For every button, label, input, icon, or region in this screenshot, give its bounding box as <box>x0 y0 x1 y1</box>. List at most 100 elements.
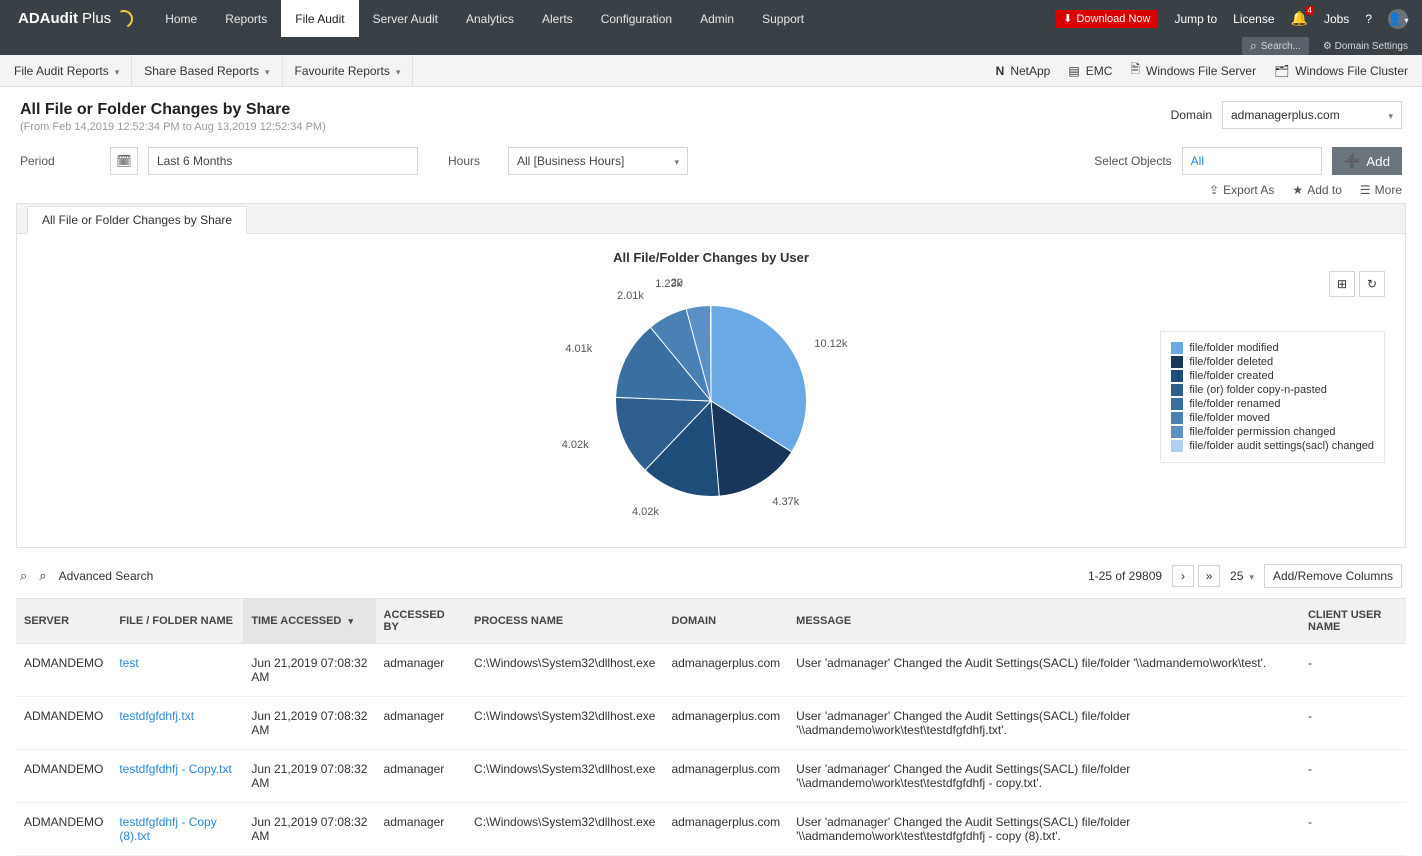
nav-tab-configuration[interactable]: Configuration <box>587 0 686 37</box>
col-client-user-name[interactable]: CLIENT USER NAME <box>1300 599 1406 644</box>
source-netapp[interactable]: NNetApp <box>996 60 1051 81</box>
add-to[interactable]: ★ Add to <box>1292 183 1341 197</box>
cell-by: admanager <box>376 697 466 750</box>
file-link[interactable]: testdfgfdhfj - Copy.txt <box>119 762 232 776</box>
file-link[interactable]: testdfgfdhfj.txt <box>119 709 194 723</box>
download-button[interactable]: ⬇ Download Now <box>1055 10 1158 28</box>
hours-select[interactable]: All [Business Hours] <box>508 147 688 175</box>
period-label: Period <box>20 154 100 168</box>
menu-file-audit-reports[interactable]: File Audit Reports <box>14 55 132 86</box>
results-table: SERVERFILE / FOLDER NAMETIME ACCESSED AC… <box>16 598 1406 856</box>
cell-domain: admanagerplus.com <box>663 750 788 803</box>
logo-text-a: ADAudit <box>18 10 78 27</box>
export-as[interactable]: ⇪ Export As <box>1209 183 1274 197</box>
cell-message: User 'admanager' Changed the Audit Setti… <box>788 803 1300 856</box>
nav-tab-analytics[interactable]: Analytics <box>452 0 528 37</box>
legend-item[interactable]: file/folder modified <box>1171 342 1374 354</box>
nav-tab-support[interactable]: Support <box>748 0 818 37</box>
col-process-name[interactable]: PROCESS NAME <box>466 599 663 644</box>
advanced-search-link[interactable]: Advanced Search <box>59 569 154 583</box>
page-size-value[interactable]: 25 <box>1230 569 1243 583</box>
legend-item[interactable]: file/folder audit settings(sacl) changed <box>1171 440 1374 452</box>
cell-client: - <box>1300 803 1406 856</box>
objects-select[interactable]: All <box>1182 147 1322 175</box>
chart-legend: file/folder modified file/folder deleted f… <box>1160 331 1385 463</box>
nav-tab-alerts[interactable]: Alerts <box>528 0 587 37</box>
jump-to-link[interactable]: Jump to <box>1174 12 1217 26</box>
period-value: Last 6 Months <box>157 154 232 168</box>
domain-settings-link[interactable]: ⚙ Domain Settings <box>1323 41 1408 52</box>
advanced-search-icon[interactable] <box>39 568 46 584</box>
add-remove-columns[interactable]: Add/Remove Columns <box>1264 564 1402 588</box>
legend-item[interactable]: file/folder moved <box>1171 412 1374 424</box>
hours-value: All [Business Hours] <box>517 154 624 168</box>
add-label: Add <box>1366 154 1390 169</box>
cell-client: - <box>1300 644 1406 697</box>
cell-client: - <box>1300 697 1406 750</box>
table-row: ADMANDEMOtestdfgfdhfj - Copy (8).txtJun … <box>16 803 1406 856</box>
license-link[interactable]: License <box>1233 12 1274 26</box>
source-emc[interactable]: ▤EMC <box>1068 60 1112 81</box>
nav-tab-home[interactable]: Home <box>151 0 211 37</box>
nav-tab-server-audit[interactable]: Server Audit <box>359 0 452 37</box>
top-nav-bar: ADAudit Plus HomeReportsFile AuditServer… <box>0 0 1422 37</box>
search-icon <box>1250 38 1257 54</box>
col-time-accessed[interactable]: TIME ACCESSED <box>243 599 375 644</box>
page-header: All File or Folder Changes by Share (Fro… <box>0 87 1422 143</box>
next-page-icon[interactable]: › <box>1172 565 1194 587</box>
jobs-link[interactable]: Jobs <box>1324 12 1349 26</box>
menu-share-based-reports[interactable]: Share Based Reports <box>132 55 282 86</box>
logo: ADAudit Plus <box>0 10 151 28</box>
file-link[interactable]: test <box>119 656 138 670</box>
cell-process: C:\Windows\System32\dllhost.exe <box>466 803 663 856</box>
add-chart-icon[interactable]: ⊞ <box>1329 271 1355 297</box>
chevron-down-icon <box>672 154 679 168</box>
filters-row: Period 🗓 Last 6 Months Hours All [Busine… <box>0 143 1422 183</box>
add-button[interactable]: ➕ Add <box>1332 147 1402 175</box>
cell-server: ADMANDEMO <box>16 750 111 803</box>
nav-tab-reports[interactable]: Reports <box>211 0 281 37</box>
col-accessed-by[interactable]: ACCESSED BY <box>376 599 466 644</box>
period-select[interactable]: Last 6 Months <box>148 147 418 175</box>
refresh-chart-icon[interactable]: ↻ <box>1359 271 1385 297</box>
legend-item[interactable]: file/folder created <box>1171 370 1374 382</box>
top-right-controls: ⬇ Download Now Jump to License 🔔4 Jobs ?… <box>1055 9 1422 29</box>
cell-by: admanager <box>376 803 466 856</box>
source-links: NNetApp ▤EMC 🗎Windows File Server 🗂Windo… <box>996 60 1408 81</box>
nav-tab-file-audit[interactable]: File Audit <box>281 0 358 37</box>
col-message[interactable]: MESSAGE <box>788 599 1300 644</box>
cell-time: Jun 21,2019 07:08:32 AM <box>243 644 375 697</box>
col-server[interactable]: SERVER <box>16 599 111 644</box>
domain-label: Domain <box>1171 108 1212 122</box>
alerts-bell-icon[interactable]: 🔔4 <box>1291 10 1308 27</box>
menu-favourite-reports[interactable]: Favourite Reports <box>283 55 414 86</box>
calendar-icon[interactable]: 🗓 <box>110 147 138 175</box>
help-link[interactable]: ? <box>1365 12 1372 26</box>
legend-item[interactable]: file/folder deleted <box>1171 356 1374 368</box>
nav-tab-admin[interactable]: Admin <box>686 0 748 37</box>
report-tab-active[interactable]: All File or Folder Changes by Share <box>27 206 247 234</box>
col-file-folder-name[interactable]: FILE / FOLDER NAME <box>111 599 243 644</box>
legend-item[interactable]: file/folder renamed <box>1171 398 1374 410</box>
last-page-icon[interactable]: » <box>1198 565 1220 587</box>
user-avatar[interactable]: 👤 <box>1388 9 1408 29</box>
cell-message: User 'admanager' Changed the Audit Setti… <box>788 697 1300 750</box>
legend-item[interactable]: file/folder permission changed <box>1171 426 1374 438</box>
cell-message: User 'admanager' Changed the Audit Setti… <box>788 750 1300 803</box>
more-actions[interactable]: ☰ More <box>1360 183 1402 197</box>
col-domain[interactable]: DOMAIN <box>663 599 788 644</box>
pie-slice-label: 4.02k <box>562 439 589 451</box>
report-menu-bar: File Audit ReportsShare Based ReportsFav… <box>0 55 1422 87</box>
legend-item[interactable]: file (or) folder copy-n-pasted <box>1171 384 1374 396</box>
cell-client: - <box>1300 750 1406 803</box>
report-actions: ⇪ Export As ★ Add to ☰ More <box>0 183 1422 203</box>
cell-by: admanager <box>376 644 466 697</box>
file-link[interactable]: testdfgfdhfj - Copy (8).txt <box>119 815 216 843</box>
global-search[interactable]: Search... <box>1242 37 1309 55</box>
table-search-icon[interactable] <box>20 568 27 584</box>
source-win-file-cluster[interactable]: 🗂Windows File Cluster <box>1274 60 1408 81</box>
table-row: ADMANDEMOtestdfgfdhfj - Copy.txtJun 21,2… <box>16 750 1406 803</box>
domain-select[interactable]: admanagerplus.com <box>1222 101 1402 129</box>
download-icon: ⬇ <box>1063 12 1072 25</box>
source-win-file-server[interactable]: 🗎Windows File Server <box>1130 60 1256 81</box>
